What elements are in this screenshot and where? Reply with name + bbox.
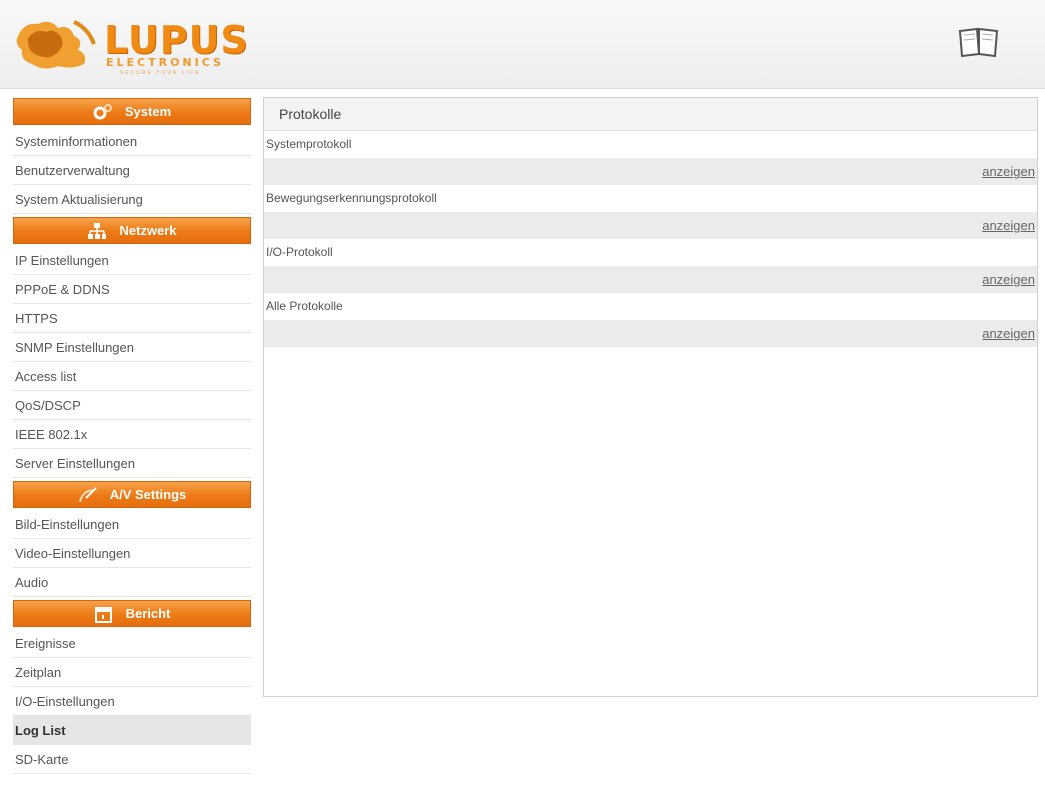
sidebar-item-system-aktualisierung[interactable]: System Aktualisierung bbox=[13, 185, 251, 214]
log-label-bewegungserkennungsprotokoll: Bewegungserkennungsprotokoll bbox=[264, 185, 1037, 212]
sidebar-item-snmp-einstellungen[interactable]: SNMP Einstellungen bbox=[13, 333, 251, 362]
sidebar-item-zeitplan[interactable]: Zeitplan bbox=[13, 658, 251, 687]
sidebar-item-io-einstellungen[interactable]: I/O-Einstellungen bbox=[13, 687, 251, 716]
sidebar-item-log-list[interactable]: Log List bbox=[13, 716, 251, 745]
calendar-icon bbox=[94, 605, 114, 623]
sidebar-item-bild-einstellungen[interactable]: Bild-Einstellungen bbox=[13, 510, 251, 539]
log-row: anzeigen bbox=[264, 266, 1037, 293]
sidebar-item-ieee-8021x[interactable]: IEEE 802.1x bbox=[13, 420, 251, 449]
sidebar-item-access-list[interactable]: Access list bbox=[13, 362, 251, 391]
log-label-systemprotokoll: Systemprotokoll bbox=[264, 131, 1037, 158]
sidebar-item-qos-dscp[interactable]: QoS/DSCP bbox=[13, 391, 251, 420]
section-title: Netzwerk bbox=[119, 223, 177, 238]
show-bewegungserkennungsprotokoll-link[interactable]: anzeigen bbox=[982, 218, 1035, 233]
sidebar-item-https[interactable]: HTTPS bbox=[13, 304, 251, 333]
brand-logo[interactable]: LUPUS ELECTRONICS SECURE YOUR LIFE bbox=[14, 14, 254, 76]
log-row: anzeigen bbox=[264, 158, 1037, 185]
log-label-alle-protokolle: Alle Protokolle bbox=[264, 293, 1037, 320]
section-header-bericht[interactable]: Bericht bbox=[13, 600, 251, 627]
lion-logo-icon bbox=[16, 20, 96, 69]
header-bar: LUPUS ELECTRONICS SECURE YOUR LIFE bbox=[0, 0, 1045, 89]
brand-name: LUPUS bbox=[104, 18, 249, 62]
sidebar-item-pppoe-ddns[interactable]: PPPoE & DDNS bbox=[13, 275, 251, 304]
sidebar-item-sd-karte[interactable]: SD-Karte bbox=[13, 745, 251, 774]
book-icon[interactable] bbox=[957, 26, 1001, 60]
show-systemprotokoll-link[interactable]: anzeigen bbox=[982, 164, 1035, 179]
section-title: Bericht bbox=[125, 606, 171, 621]
show-io-protokoll-link[interactable]: anzeigen bbox=[982, 272, 1035, 287]
sidebar-item-systeminformationen[interactable]: Systeminformationen bbox=[13, 127, 251, 156]
section-header-system[interactable]: System bbox=[13, 98, 251, 125]
brand-tagline: SECURE YOUR LIFE bbox=[120, 70, 201, 76]
sidebar-item-video-einstellungen[interactable]: Video-Einstellungen bbox=[13, 539, 251, 568]
sidebar-item-benutzerverwaltung[interactable]: Benutzerverwaltung bbox=[13, 156, 251, 185]
page-title: Protokolle bbox=[264, 98, 1037, 131]
sidebar-item-ereignisse[interactable]: Ereignisse bbox=[13, 629, 251, 658]
protocols-panel: Protokolle Systemprotokoll anzeigen Bewe… bbox=[263, 97, 1038, 697]
brand-subtitle: ELECTRONICS bbox=[106, 56, 224, 69]
satellite-icon bbox=[78, 486, 98, 504]
sidebar: System Systeminformationen Benutzerverwa… bbox=[13, 98, 251, 774]
section-header-netzwerk[interactable]: Netzwerk bbox=[13, 217, 251, 244]
network-icon bbox=[87, 222, 107, 240]
sidebar-item-audio[interactable]: Audio bbox=[13, 568, 251, 597]
sidebar-item-ip-einstellungen[interactable]: IP Einstellungen bbox=[13, 246, 251, 275]
log-row: anzeigen bbox=[264, 212, 1037, 239]
section-title: System bbox=[124, 104, 172, 119]
show-alle-protokolle-link[interactable]: anzeigen bbox=[982, 326, 1035, 341]
section-title: A/V Settings bbox=[109, 487, 187, 502]
sidebar-item-server-einstellungen[interactable]: Server Einstellungen bbox=[13, 449, 251, 478]
gears-icon bbox=[93, 103, 113, 121]
section-header-av-settings[interactable]: A/V Settings bbox=[13, 481, 251, 508]
log-row: anzeigen bbox=[264, 320, 1037, 347]
log-label-io-protokoll: I/O-Protokoll bbox=[264, 239, 1037, 266]
